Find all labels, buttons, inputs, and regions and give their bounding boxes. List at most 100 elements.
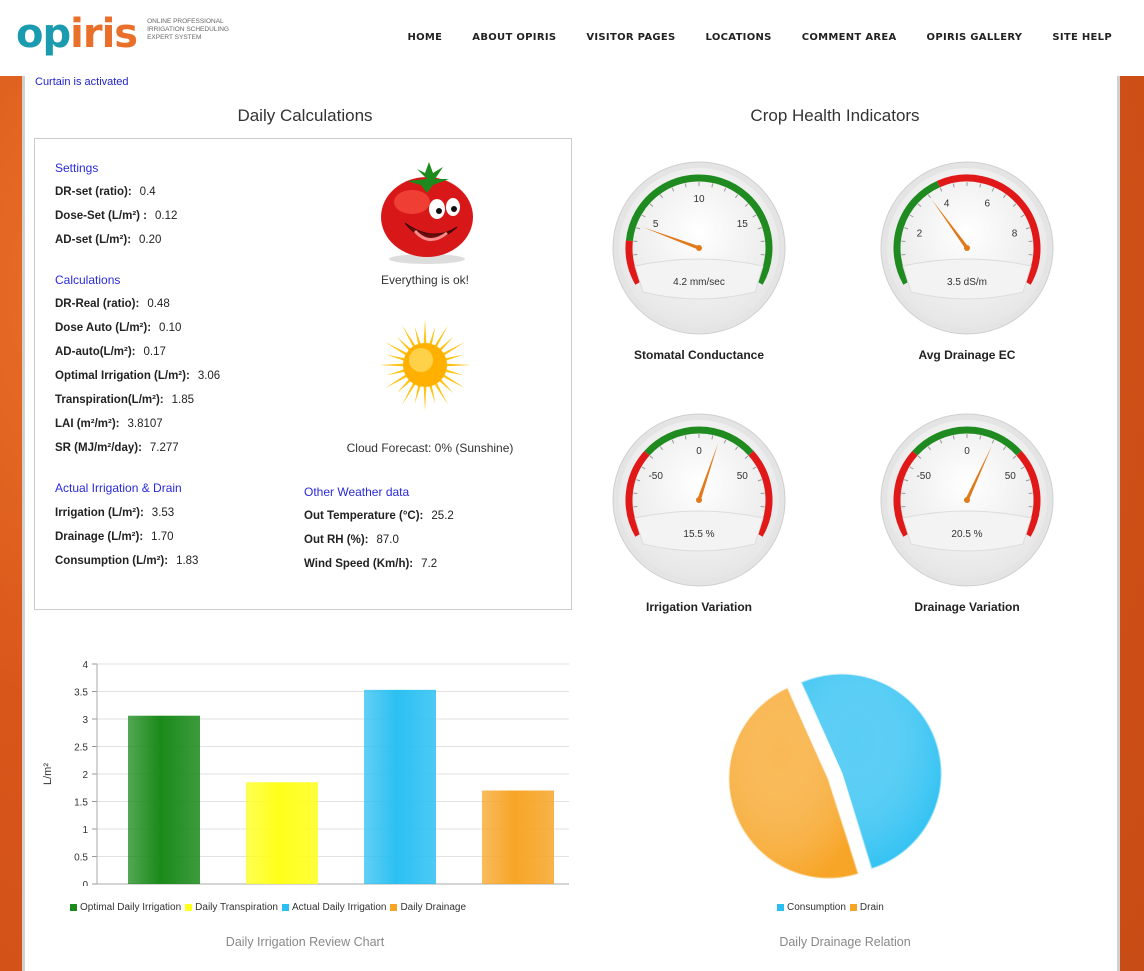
gauge-readout: 15.5 % bbox=[683, 529, 714, 540]
main-content: Curtain is activated Daily Calculations … bbox=[22, 76, 1120, 971]
bar-optimal-daily-irrigation[interactable] bbox=[128, 715, 200, 884]
gauge: 02468103.5 dS/m bbox=[880, 161, 1054, 335]
sun-ray bbox=[414, 326, 422, 347]
calculations-heading: Calculations bbox=[55, 273, 121, 287]
weather-wind-speed: Wind Speed (Km/h): 7.2 bbox=[304, 558, 438, 570]
gauge-tick-label: 5 bbox=[653, 219, 659, 230]
y-tick-label: 1.5 bbox=[74, 798, 88, 809]
y-tick-label: 0 bbox=[82, 880, 88, 886]
weather-out-rh: Out RH (%): 87.0 bbox=[304, 534, 399, 546]
weather-out-temperature: Out Temperature (°C): 25.2 bbox=[304, 510, 454, 522]
sun-ray bbox=[423, 384, 427, 411]
y-tick-label: 3.5 bbox=[74, 688, 88, 699]
nav-visitor-pages[interactable]: VISITOR PAGES bbox=[586, 32, 675, 43]
bar-chart-legend: Optimal Daily Irrigation Daily Transpira… bbox=[70, 902, 466, 913]
nav-about-opiris[interactable]: ABOUT OPIRIS bbox=[472, 32, 556, 43]
sun-ray bbox=[428, 326, 436, 347]
y-tick-label: 4 bbox=[82, 660, 88, 671]
legend-swatch bbox=[390, 903, 398, 911]
legend-item-consumption[interactable]: Consumption bbox=[777, 902, 846, 913]
actual-drainage: Drainage (L/m²): 1.70 bbox=[55, 531, 174, 543]
calc-sr: SR (MJ/m²/day): 7.277 bbox=[55, 442, 179, 454]
legend-swatch bbox=[281, 903, 289, 911]
cloud-forecast: Cloud Forecast: 0% (Sunshine) bbox=[346, 441, 514, 455]
gauge-readout: 4.2 mm/sec bbox=[673, 277, 725, 288]
status-message: Everything is ok! bbox=[380, 273, 470, 287]
pie-chart-title: Daily Drainage Relation bbox=[779, 935, 911, 949]
daily-calculations-title: Daily Calculations bbox=[237, 106, 373, 125]
nav-home[interactable]: HOME bbox=[407, 32, 442, 43]
gauge-pivot bbox=[964, 245, 970, 251]
nav-site-help[interactable]: SITE HELP bbox=[1052, 32, 1112, 43]
bar-daily-drainage[interactable] bbox=[482, 790, 554, 885]
settings-heading: Settings bbox=[55, 161, 99, 175]
gauge: 051015204.2 mm/sec bbox=[612, 161, 786, 335]
sun-ray bbox=[443, 368, 464, 376]
gauge-tick-label: 50 bbox=[737, 471, 749, 482]
actual-irrigation: Irrigation (L/m²): 3.53 bbox=[55, 507, 175, 519]
y-tick-label: 2 bbox=[82, 770, 88, 781]
legend-swatch bbox=[777, 903, 784, 911]
legend-item-actual[interactable]: Actual Daily Irrigation bbox=[281, 902, 386, 913]
bar-daily-transpiration[interactable] bbox=[246, 782, 318, 884]
nav-opiris-gallery[interactable]: OPIRIS GALLERY bbox=[927, 32, 1023, 43]
nav-comment-area[interactable]: COMMENT AREA bbox=[802, 32, 897, 43]
y-tick-label: 3 bbox=[82, 715, 88, 726]
calc-dose-auto: Dose Auto (L/m²): 0.10 bbox=[55, 322, 182, 334]
curtain-status: Curtain is activated bbox=[35, 76, 129, 88]
gauge: -100-5005010015.5 % bbox=[612, 413, 786, 587]
y-axis-label: L/m² bbox=[42, 763, 54, 785]
gauge-readout: 20.5 % bbox=[951, 529, 982, 540]
legend-item-drain[interactable]: Drain bbox=[849, 902, 884, 913]
sun-ray bbox=[428, 383, 436, 404]
calc-transpiration: Transpiration(L/m²): 1.85 bbox=[55, 394, 195, 406]
gauge-title: Drainage Variation bbox=[914, 600, 1020, 614]
y-tick-label: 1 bbox=[82, 825, 88, 836]
legend-item-optimal[interactable]: Optimal Daily Irrigation bbox=[70, 902, 181, 913]
legend-swatch bbox=[70, 903, 77, 911]
actual-consumption: Consumption (L/m²): 1.83 bbox=[55, 555, 199, 567]
calc-dr-real: DR-Real (ratio): 0.48 bbox=[55, 298, 170, 310]
gauge-pivot bbox=[696, 245, 702, 251]
setting-ad-set: AD-set (L/m²): 0.20 bbox=[55, 234, 162, 246]
gauge-tick-label: 6 bbox=[985, 198, 991, 209]
legend-item-transpiration[interactable]: Daily Transpiration bbox=[185, 902, 278, 913]
opiris-logo[interactable]: opiris ONLINE PROFESSIONAL IRRIGATION SC… bbox=[16, 14, 237, 54]
sun-ray bbox=[414, 383, 422, 404]
bar-actual-daily-irrigation[interactable] bbox=[364, 689, 436, 884]
gauge-tick-label: 10 bbox=[693, 194, 705, 205]
daily-irrigation-bar-chart: 0 0.5 1 1.5 2 2.5 3 3.5 4 L/m² bbox=[42, 660, 569, 886]
main-nav: HOME ABOUT OPIRIS VISITOR PAGES LOCATION… bbox=[377, 32, 1112, 43]
gauge-tick-label: 50 bbox=[1005, 471, 1017, 482]
setting-dr-set: DR-set (ratio): 0.4 bbox=[55, 186, 156, 198]
pie-chart-legend: Consumption Drain bbox=[777, 902, 884, 913]
legend-swatch bbox=[849, 903, 857, 911]
legend-swatch bbox=[185, 903, 193, 911]
gauge-pivot bbox=[696, 497, 702, 503]
header-bar: opiris ONLINE PROFESSIONAL IRRIGATION SC… bbox=[0, 0, 1144, 76]
y-tick-label: 0.5 bbox=[74, 853, 88, 864]
nav-locations[interactable]: LOCATIONS bbox=[706, 32, 772, 43]
actual-irrigation-heading: Actual Irrigation & Drain bbox=[55, 481, 182, 495]
gauge-tick-label: -50 bbox=[916, 471, 931, 482]
gauge: -100-5005010020.5 % bbox=[880, 413, 1054, 587]
gauge-tick-label: 0 bbox=[696, 446, 702, 457]
logo-tagline: ONLINE PROFESSIONAL IRRIGATION SCHEDULIN… bbox=[147, 18, 229, 41]
weather-heading: Other Weather data bbox=[304, 485, 410, 499]
gauge-tick-label: 0 bbox=[964, 446, 970, 457]
legend-item-drainage[interactable]: Daily Drainage bbox=[390, 902, 466, 913]
sun-ray bbox=[386, 354, 407, 362]
sun-ray bbox=[444, 363, 471, 367]
daily-drainage-pie-chart bbox=[727, 672, 943, 880]
sun-ray bbox=[443, 354, 464, 362]
bar-chart-title: Daily Irrigation Review Chart bbox=[225, 935, 385, 949]
gauge-title: Avg Drainage EC bbox=[918, 348, 1016, 362]
gauge-tick-label: -50 bbox=[648, 471, 663, 482]
calc-ad-auto: AD-auto(L/m²): 0.17 bbox=[55, 346, 166, 358]
crop-health-title: Crop Health Indicators bbox=[750, 106, 920, 125]
sun-ray bbox=[386, 368, 407, 376]
sun-ray bbox=[379, 363, 406, 367]
gauge-tick-label: 2 bbox=[917, 229, 923, 240]
y-tick-label: 2.5 bbox=[74, 743, 88, 754]
sun-icon bbox=[379, 319, 471, 411]
